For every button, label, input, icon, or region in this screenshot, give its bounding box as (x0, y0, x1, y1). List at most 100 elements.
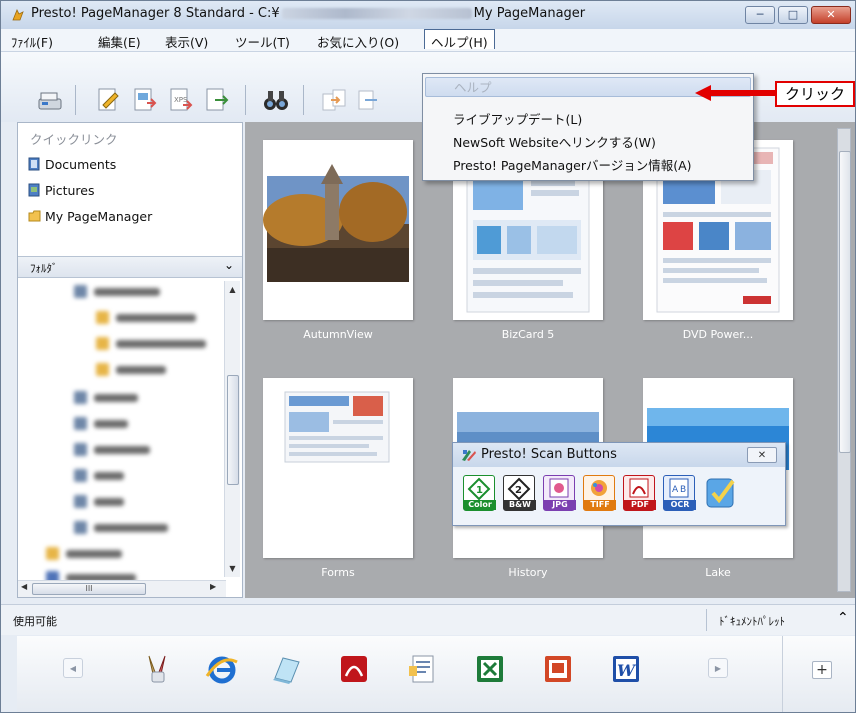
scan-bw-button[interactable]: 2 B&W (503, 475, 536, 511)
menu-item-live-update[interactable]: ライブアップデート(L) (453, 109, 582, 128)
navigation-pane: クイックリンク Documents Pictures My PageManage… (17, 122, 243, 598)
scroll-down-icon[interactable]: ▼ (225, 564, 240, 573)
thumbnail-label: DVD Power... (682, 328, 754, 341)
quicklink-documents[interactable]: Documents (28, 157, 116, 172)
thumbnail-label: Forms (321, 566, 355, 579)
chevron-down-icon[interactable]: ⌄ (224, 258, 234, 272)
color-scan-icon: 1 (467, 477, 491, 501)
quicklink-header: クイックリンク (30, 132, 118, 147)
thumbnail-autumnview[interactable] (263, 140, 413, 320)
menu-view[interactable]: 表示(V) (165, 32, 208, 51)
scroll-thumb[interactable] (227, 375, 239, 485)
document-page-image (284, 391, 390, 463)
title-bar: Presto! PageManager 8 Standard - C:¥ My P… (1, 1, 855, 30)
word-icon[interactable]: W (609, 652, 643, 686)
toolbar-separator (245, 85, 246, 115)
scan-color-button[interactable]: 1 Color (463, 475, 496, 511)
internet-explorer-icon[interactable] (205, 652, 239, 686)
svg-text:1: 1 (476, 485, 483, 496)
svg-text:W: W (617, 661, 637, 680)
jpg-scan-icon (549, 478, 569, 498)
scan-jpg-button[interactable]: JPG (543, 475, 576, 511)
thumbnail-label: Lake (705, 566, 731, 579)
main-scroll-thumb[interactable] (839, 151, 851, 453)
menu-item-newsoft-website[interactable]: NewSoft Websiteへリンクする(W) (453, 132, 656, 151)
scan-buttons-header[interactable]: Presto! Scan Buttons ✕ (453, 443, 785, 467)
scan-pdf-button[interactable]: PDF (623, 475, 656, 511)
thumbnail-label: History (508, 566, 548, 579)
folder-header-label: ﾌｫﾙﾀﾞ (30, 262, 58, 275)
menu-favorites[interactable]: お気に入り(O) (317, 32, 399, 51)
scan-buttons-palette: Presto! Scan Buttons ✕ 1 Color 2 B&W JPG… (452, 442, 786, 526)
palette-prev-button[interactable]: ◀ (63, 658, 83, 678)
quicklink-pictures[interactable]: Pictures (28, 183, 95, 198)
svg-text:A: A (672, 485, 679, 495)
callout-arrow-icon (695, 85, 775, 101)
export-image-icon[interactable] (129, 85, 159, 115)
scan-ocr-button[interactable]: AB OCR (663, 475, 696, 511)
unstack-pages-icon[interactable] (353, 85, 383, 115)
palette-next-button[interactable]: ▶ (708, 658, 728, 678)
status-separator (706, 609, 707, 631)
bw-scan-icon: 2 (507, 477, 531, 501)
acrobat-icon[interactable] (337, 652, 371, 686)
scan-custom-button[interactable] (703, 473, 739, 513)
toolbar-separator (303, 85, 304, 115)
scroll-left-icon[interactable]: ◀ (21, 582, 27, 591)
scanner-icon[interactable] (35, 85, 65, 115)
documents-icon (28, 157, 40, 171)
scroll-thumb-horizontal[interactable]: III (32, 583, 146, 595)
custom-scan-icon (706, 478, 735, 508)
svg-text:XPS: XPS (174, 96, 188, 104)
scroll-right-icon[interactable]: ▶ (210, 582, 216, 591)
menu-bar: ﾌｧｲﾙ(F) 編集(E) 表示(V) ツール(T) お気に入り(O) ヘルプ(… (1, 29, 855, 52)
export-xps-icon[interactable]: XPS (165, 85, 195, 115)
quicklink-my-pagemanager[interactable]: My PageManager (28, 209, 152, 224)
redacted-path (281, 8, 472, 19)
maximize-button[interactable]: □ (778, 6, 808, 24)
minimize-button[interactable]: ─ (745, 6, 775, 24)
menu-file[interactable]: ﾌｧｲﾙ(F) (11, 32, 53, 51)
ocr-scan-icon: AB (669, 478, 689, 498)
thumbnail-label: BizCard 5 (501, 328, 555, 341)
autumn-photo-image (263, 164, 409, 282)
send-page-icon[interactable] (201, 85, 231, 115)
wordpad-icon[interactable] (405, 652, 439, 686)
scan-buttons-app-icon (462, 450, 476, 461)
scan-buttons-close-button[interactable]: ✕ (747, 447, 777, 463)
excel-icon[interactable] (473, 652, 507, 686)
svg-text:2: 2 (515, 485, 522, 496)
notepad-icon[interactable] (269, 652, 303, 686)
add-application-button[interactable]: + (812, 661, 832, 679)
close-button[interactable]: ✕ (811, 6, 851, 24)
menu-tools[interactable]: ツール(T) (235, 32, 290, 51)
tree-vertical-scrollbar[interactable]: ▲ ▼ (224, 281, 240, 577)
stack-pages-icon[interactable] (319, 85, 349, 115)
thumbnail-label: AutumnView (303, 328, 373, 341)
click-callout: クリック (775, 81, 855, 107)
binoculars-icon[interactable] (261, 85, 291, 115)
folder-tree[interactable] (22, 281, 222, 584)
edit-page-icon[interactable] (93, 85, 123, 115)
powerpoint-icon[interactable] (541, 652, 575, 686)
thumbnail-forms[interactable] (263, 378, 413, 558)
menu-edit[interactable]: 編集(E) (98, 32, 141, 51)
status-bar: 使用可能 ﾄﾞｷｭﾒﾝﾄﾊﾟﾚｯﾄ ⌃ (1, 604, 855, 635)
pdf-scan-icon (629, 478, 649, 498)
menu-help[interactable]: ヘルプ(H) (424, 29, 495, 50)
folder-section-header[interactable]: ﾌｫﾙﾀﾞ ⌄ (18, 256, 242, 278)
app-icon (12, 9, 24, 21)
collapse-palette-icon[interactable]: ⌃ (837, 610, 849, 626)
pictures-icon (28, 183, 40, 197)
main-vertical-scrollbar[interactable] (837, 128, 851, 592)
scroll-up-icon[interactable]: ▲ (225, 285, 240, 294)
paint-tools-icon[interactable] (141, 652, 175, 686)
menu-item-version-info[interactable]: Presto! PageManagerバージョン情報(A) (453, 155, 692, 174)
folder-icon (28, 210, 41, 222)
app-window: Presto! PageManager 8 Standard - C:¥ My P… (0, 0, 856, 713)
document-palette-label[interactable]: ﾄﾞｷｭﾒﾝﾄﾊﾟﾚｯﾄ (719, 613, 785, 629)
palette-separator (782, 636, 783, 712)
tree-horizontal-scrollbar[interactable]: ◀ III ▶ (18, 580, 226, 597)
thumbnail-pane: AutumnView BizCard 5 DVD Power... Forms … (245, 122, 855, 598)
scan-tiff-button[interactable]: TIFF (583, 475, 616, 511)
